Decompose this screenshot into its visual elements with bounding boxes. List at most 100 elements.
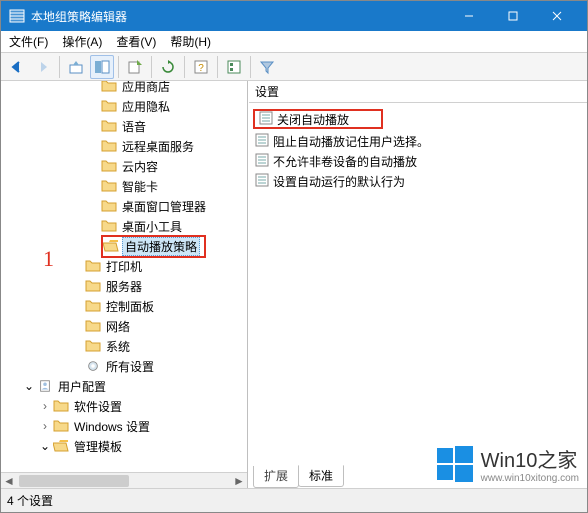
horizontal-scrollbar[interactable]: ◄ ► — [1, 472, 247, 488]
content-area: 应用商店应用隐私语音远程桌面服务云内容智能卡桌面窗口管理器桌面小工具自动播放策略… — [1, 81, 587, 488]
setting-item[interactable]: 阻止自动播放记住用户选择。 — [251, 131, 585, 151]
setting-item[interactable]: 关闭自动播放 — [253, 109, 383, 129]
tree-item-label: 系统 — [104, 338, 132, 355]
folder-icon — [101, 159, 117, 173]
tree-item[interactable]: 语音 — [5, 116, 247, 136]
tab-strip: 扩展 标准 — [253, 466, 343, 488]
tree-item-label: 桌面窗口管理器 — [120, 198, 208, 215]
folder-icon — [101, 139, 117, 153]
separator — [118, 56, 119, 78]
user-icon — [37, 379, 53, 393]
folder-icon — [101, 179, 117, 193]
scroll-left-icon[interactable]: ◄ — [1, 474, 17, 488]
folder-icon — [85, 319, 101, 333]
back-button[interactable] — [5, 55, 29, 79]
tree-item[interactable]: ›Windows 设置 — [5, 416, 247, 436]
filter-button[interactable] — [255, 55, 279, 79]
menu-action[interactable]: 操作(A) — [58, 31, 106, 52]
refresh-button[interactable] — [156, 55, 180, 79]
close-button[interactable] — [535, 1, 579, 31]
folder-icon — [101, 99, 117, 113]
tree-item[interactable]: ⌄管理模板 — [5, 436, 247, 456]
tree-item-label: 服务器 — [104, 278, 144, 295]
separator — [250, 56, 251, 78]
expander-closed-icon[interactable]: › — [37, 399, 53, 413]
folder-open-icon — [53, 439, 69, 453]
tree-item[interactable]: 应用隐私 — [5, 96, 247, 116]
folder-icon — [85, 259, 101, 273]
expander-open-icon[interactable]: ⌄ — [37, 439, 53, 453]
export-button[interactable] — [123, 55, 147, 79]
properties-button[interactable] — [222, 55, 246, 79]
tree-item-label: 用户配置 — [56, 378, 108, 395]
app-icon — [9, 8, 25, 24]
setting-label: 设置自动运行的默认行为 — [273, 173, 405, 190]
tree-item[interactable]: 打印机 — [5, 256, 247, 276]
folder-icon — [53, 399, 69, 413]
menu-view[interactable]: 查看(V) — [112, 31, 160, 52]
setting-item[interactable]: 设置自动运行的默认行为 — [251, 171, 585, 191]
tree-item[interactable]: 自动播放策略 — [5, 236, 247, 256]
tree-item[interactable]: 网络 — [5, 316, 247, 336]
tree-item[interactable]: 桌面小工具 — [5, 216, 247, 236]
help-button[interactable]: ? — [189, 55, 213, 79]
tab-standard[interactable]: 标准 — [298, 465, 344, 487]
setting-label: 关闭自动播放 — [277, 111, 349, 128]
folder-icon — [101, 119, 117, 133]
tree-item[interactable]: › 软件设置 — [5, 396, 247, 416]
tree-item-label: 应用隐私 — [120, 98, 172, 115]
tree-item[interactable]: 服务器 — [5, 276, 247, 296]
tree-item[interactable]: 系统 — [5, 336, 247, 356]
expander-open-icon[interactable]: ⌄ — [21, 379, 37, 393]
folder-icon — [101, 199, 117, 213]
tree-item-label: 桌面小工具 — [120, 218, 184, 235]
separator — [184, 56, 185, 78]
tree-item-label: 软件设置 — [72, 398, 124, 415]
folder-icon — [85, 279, 101, 293]
details-pane: 设置 关闭自动播放阻止自动播放记住用户选择。不允许非卷设备的自动播放设置自动运行… — [248, 81, 587, 488]
tree-item[interactable]: 应用商店 — [5, 81, 247, 96]
tree-item-label: 云内容 — [120, 158, 160, 175]
toolbar: ? — [1, 53, 587, 81]
gear-icon — [85, 359, 101, 373]
setting-item[interactable]: 不允许非卷设备的自动播放 — [251, 151, 585, 171]
policy-icon — [255, 173, 269, 190]
tree-item-label: 自动播放策略 — [122, 237, 200, 256]
tree-item-label: 语音 — [120, 118, 148, 135]
scroll-thumb[interactable] — [19, 475, 129, 487]
folder-icon — [101, 219, 117, 233]
tree-item[interactable]: ⌄ 用户配置 — [5, 376, 247, 396]
tree-item-label: 应用商店 — [120, 81, 172, 95]
maximize-button[interactable] — [491, 1, 535, 31]
tab-extended[interactable]: 扩展 — [253, 466, 299, 488]
tree-item[interactable]: 云内容 — [5, 156, 247, 176]
watermark-title: Win10之家 — [481, 444, 579, 473]
watermark-url: www.win10xitong.com — [481, 473, 579, 484]
annotation-1: 1 — [43, 246, 54, 272]
tree-item[interactable]: 控制面板 — [5, 296, 247, 316]
tree-item[interactable]: 远程桌面服务 — [5, 136, 247, 156]
minimize-button[interactable] — [447, 1, 491, 31]
up-button[interactable] — [64, 55, 88, 79]
tree-view[interactable]: 应用商店应用隐私语音远程桌面服务云内容智能卡桌面窗口管理器桌面小工具自动播放策略… — [1, 81, 247, 472]
menubar: 文件(F) 操作(A) 查看(V) 帮助(H) — [1, 31, 587, 53]
scroll-right-icon[interactable]: ► — [231, 474, 247, 488]
tree-item-label: 远程桌面服务 — [120, 138, 196, 155]
show-hide-tree-button[interactable] — [90, 55, 114, 79]
separator — [151, 56, 152, 78]
tree-item[interactable]: 桌面窗口管理器 — [5, 196, 247, 216]
tree-item[interactable]: 所有设置 — [5, 356, 247, 376]
folder-open-icon — [103, 239, 119, 253]
menu-help[interactable]: 帮助(H) — [166, 31, 215, 52]
tree-item-label: 智能卡 — [120, 178, 160, 195]
column-header-settings[interactable]: 设置 — [249, 81, 587, 103]
watermark: Win10之家 www.win10xitong.com — [435, 444, 579, 484]
expander-closed-icon[interactable]: › — [37, 419, 53, 433]
folder-icon — [101, 81, 117, 93]
tree-item[interactable]: 智能卡 — [5, 176, 247, 196]
forward-button[interactable] — [31, 55, 55, 79]
svg-text:?: ? — [198, 63, 204, 74]
menu-file[interactable]: 文件(F) — [5, 31, 52, 52]
titlebar: 本地组策略编辑器 — [1, 1, 587, 31]
status-bar: 4 个设置 — [1, 488, 587, 512]
